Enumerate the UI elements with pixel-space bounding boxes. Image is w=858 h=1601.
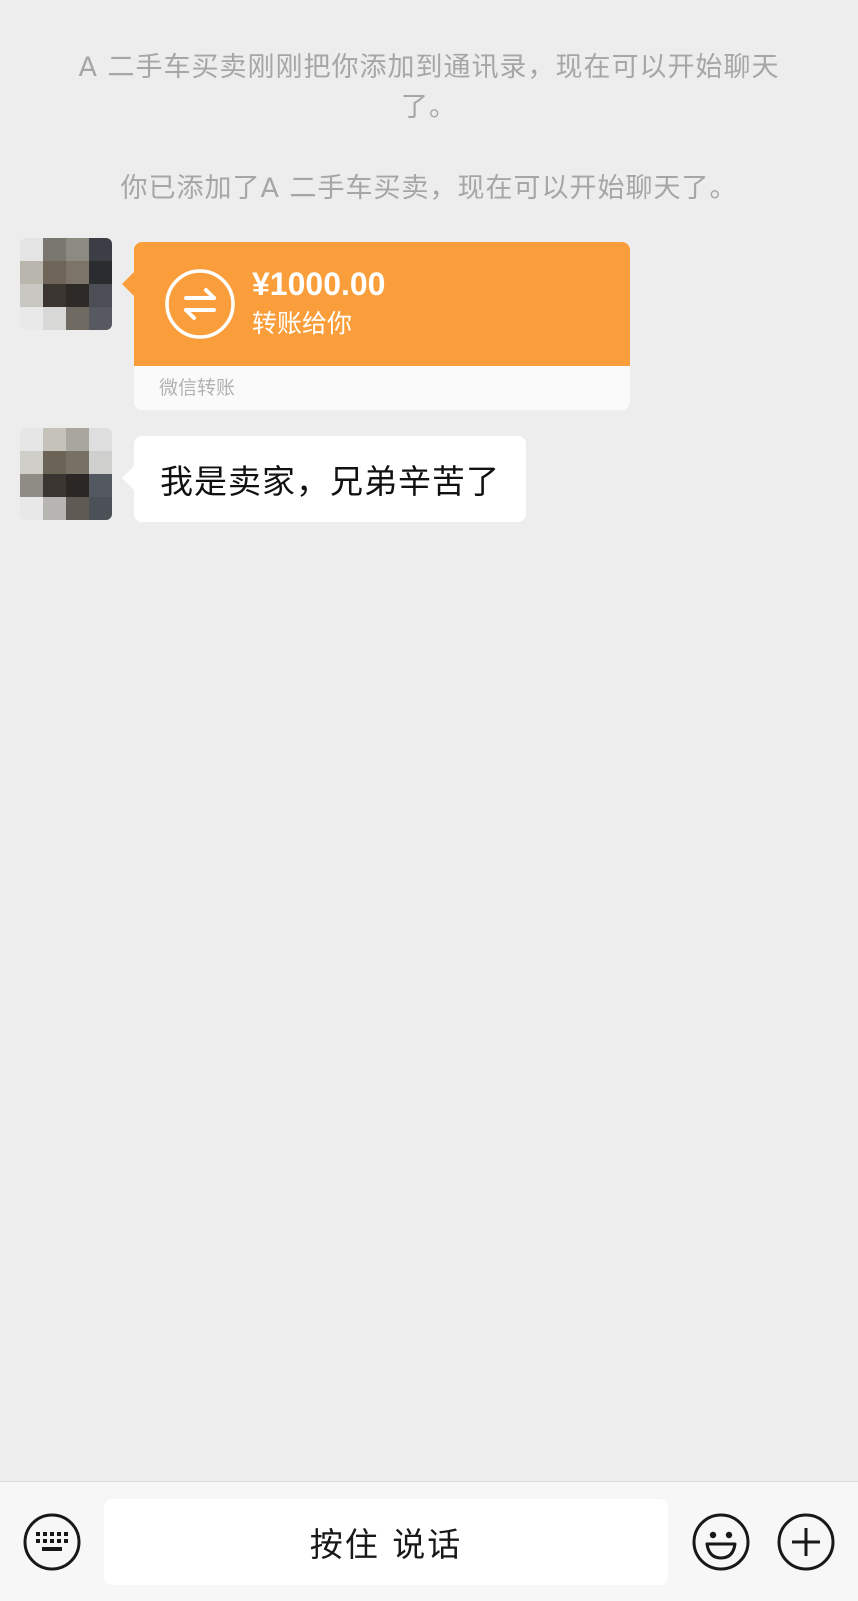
transfer-source-label: 微信转账 — [159, 377, 236, 399]
chat-input-bar: 按住 说话 — [0, 1481, 858, 1601]
transfer-message-card[interactable]: ¥1000.00 转账给你 微信转账 — [122, 242, 630, 410]
hold-to-talk-label: 按住 说话 — [309, 1525, 463, 1564]
system-note-you-added-contact: 你已添加了A 二手车买卖，现在可以开始聊天了。 — [120, 173, 738, 204]
message-text: 我是卖家，兄弟辛苦了 — [160, 462, 500, 501]
hold-to-talk-button[interactable]: 按住 说话 — [104, 1499, 668, 1585]
transfer-description: 转账给你 — [252, 309, 353, 338]
keyboard-icon[interactable] — [22, 1512, 82, 1572]
transfer-card-header: ¥1000.00 转账给你 — [122, 242, 630, 366]
emoji-icon[interactable] — [691, 1512, 751, 1572]
transfer-card-footer: 微信转账 — [134, 366, 630, 410]
transfer-amount: ¥1000.00 — [252, 266, 386, 302]
text-message-bubble[interactable]: 我是卖家，兄弟辛苦了 — [122, 436, 526, 522]
contact-avatar[interactable] — [20, 238, 112, 330]
system-note-added-by-contact: A 二手车买卖刚刚把你添加到通讯录，现在可以开始聊天了。 — [78, 52, 780, 123]
contact-avatar[interactable] — [20, 428, 112, 520]
plus-icon[interactable] — [776, 1512, 836, 1572]
transfer-arrows-icon — [165, 269, 235, 339]
